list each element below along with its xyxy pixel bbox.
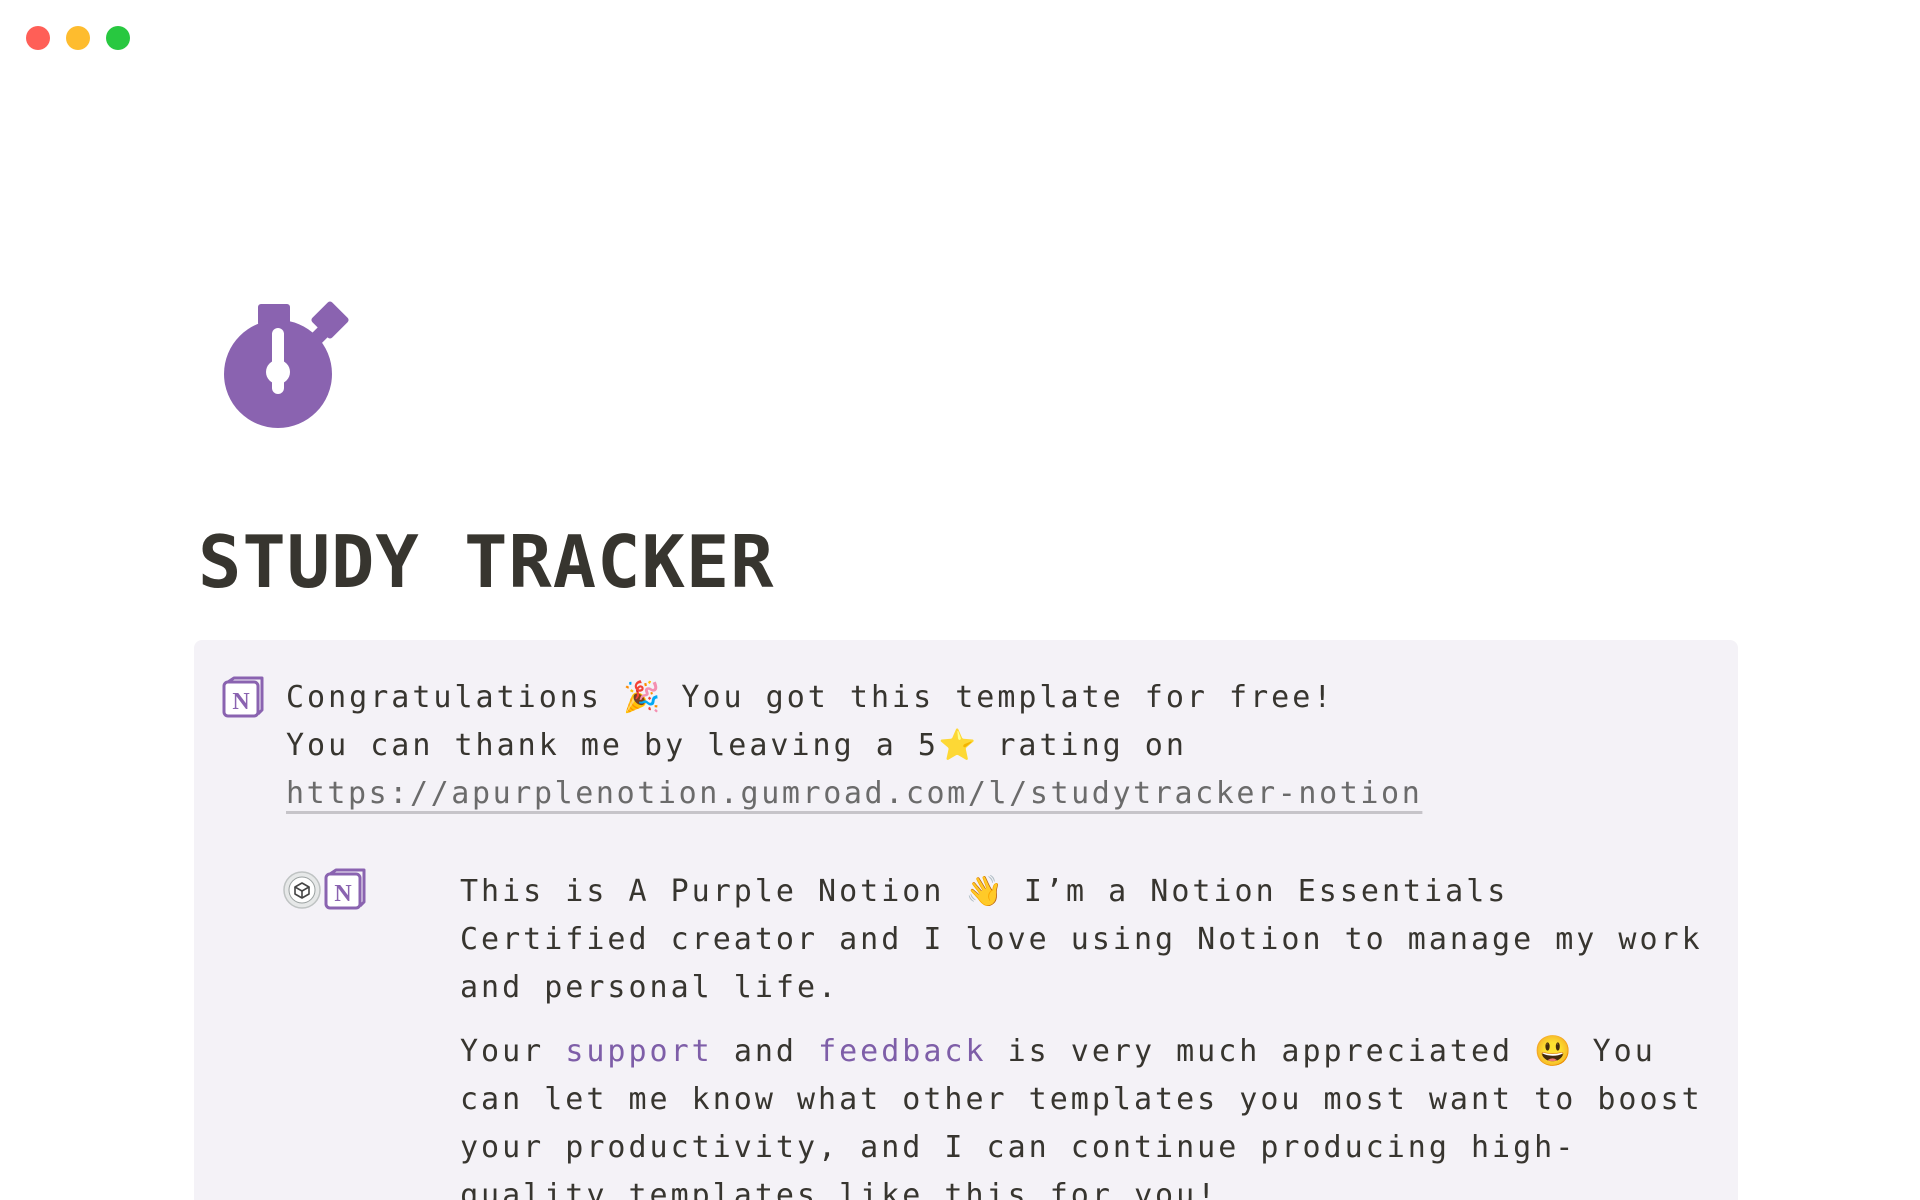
minimize-window-button[interactable] bbox=[66, 26, 90, 50]
feedback-link[interactable]: feedback bbox=[818, 1034, 987, 1069]
appreciated-text: is very much appreciated bbox=[1007, 1034, 1514, 1069]
svg-text:N: N bbox=[334, 881, 352, 907]
congrats-line: Congratulations 🎉 You got this template … bbox=[286, 674, 1706, 722]
waving-hand-emoji: 👋 bbox=[965, 874, 1003, 909]
maximize-window-button[interactable] bbox=[106, 26, 130, 50]
rating-line: You can thank me by leaving a 5⭐ rating … bbox=[286, 722, 1706, 770]
star-emoji: ⭐ bbox=[938, 728, 977, 763]
congrats-text: Congratulations bbox=[286, 680, 602, 715]
stopwatch-icon[interactable] bbox=[218, 296, 354, 432]
party-popper-emoji: 🎉 bbox=[623, 680, 661, 715]
your-text: Your bbox=[460, 1034, 545, 1069]
notion-logo-icon: N bbox=[222, 676, 264, 718]
window-controls bbox=[26, 26, 130, 50]
gumroad-link[interactable]: https://apurplenotion.gumroad.com/l/stud… bbox=[286, 776, 1422, 811]
free-template-text: You got this template for free! bbox=[681, 680, 1335, 715]
callout-text: Congratulations 🎉 You got this template … bbox=[286, 674, 1706, 818]
rating-text: You can thank me by leaving a 5 bbox=[286, 728, 939, 763]
intro-text: This is A Purple Notion 👋 I’m a Notion E… bbox=[460, 868, 1710, 1200]
intro-name-text: This is A Purple Notion bbox=[460, 874, 945, 909]
page-title: STUDY TRACKER bbox=[198, 520, 775, 604]
smiley-emoji: 😃 bbox=[1534, 1034, 1572, 1069]
callout-block: N Congratulations 🎉 You got this templat… bbox=[194, 640, 1738, 1200]
and-text: and bbox=[733, 1034, 797, 1069]
close-window-button[interactable] bbox=[26, 26, 50, 50]
rating-on-text: rating on bbox=[997, 728, 1187, 763]
svg-text:N: N bbox=[232, 689, 250, 715]
feedback-paragraph: Your support and feedback is very much a… bbox=[460, 1028, 1710, 1200]
intro-icons: N bbox=[282, 868, 366, 912]
support-link[interactable]: support bbox=[565, 1034, 712, 1069]
certified-badge-icon bbox=[283, 871, 321, 909]
notion-logo-icon: N bbox=[324, 868, 366, 910]
intro-paragraph: This is A Purple Notion 👋 I’m a Notion E… bbox=[460, 868, 1710, 1012]
